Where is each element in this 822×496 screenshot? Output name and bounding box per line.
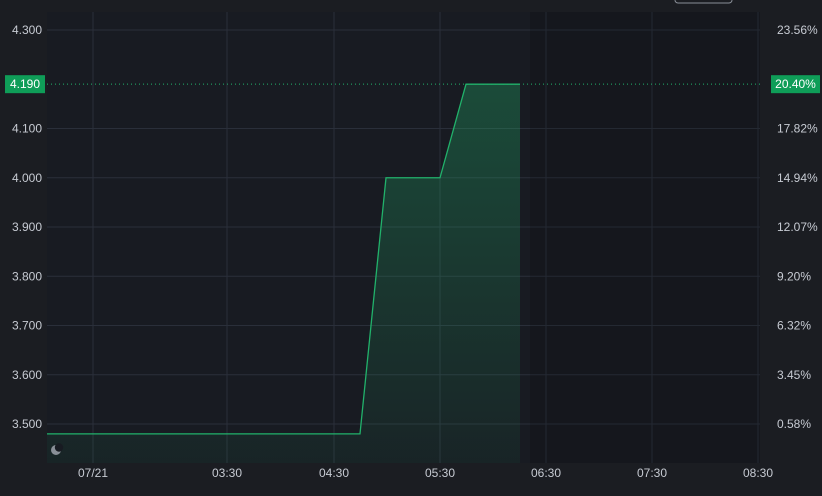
left-axis-tick-label: 3.600 <box>12 368 42 382</box>
left-axis-tick-label: 4.000 <box>12 171 42 185</box>
x-axis-tick-label: 08:30 <box>743 466 773 480</box>
future-region <box>530 12 760 463</box>
right-axis-tick-label: 3.45% <box>777 368 811 382</box>
current-percent-label: 20.40% <box>775 77 816 91</box>
right-axis-tick-label: 0.58% <box>777 417 811 431</box>
right-axis-tick-label: 17.82% <box>777 122 818 136</box>
x-axis-tick-label: 06:30 <box>531 466 561 480</box>
left-axis-tick-label: 4.300 <box>12 23 42 37</box>
x-axis-tick-label: 07/21 <box>78 466 108 480</box>
chart-svg[interactable]: 4.300 4.100 4.000 3.900 3.800 3.700 3.600 3.500… <box>0 0 822 491</box>
left-axis-tick-label: 3.500 <box>12 417 42 431</box>
left-axis-tick-label: 4.100 <box>12 122 42 136</box>
right-axis-tick-label: 9.20% <box>777 269 811 283</box>
x-axis-tick-label: 05:30 <box>425 466 455 480</box>
left-axis-tick-label: 3.800 <box>12 269 42 283</box>
right-axis-tick-label: 6.32% <box>777 319 811 333</box>
x-axis-tick-label: 04:30 <box>319 466 349 480</box>
current-price-label: 4.190 <box>10 77 40 91</box>
price-chart[interactable]: 4.300 4.100 4.000 3.900 3.800 3.700 3.600 3.500… <box>0 0 822 491</box>
x-axis-tick-label: 03:30 <box>212 466 242 480</box>
right-axis-tick-label: 12.07% <box>777 220 818 234</box>
left-axis-tick-label: 3.700 <box>12 319 42 333</box>
right-axis-tick-label: 23.56% <box>777 23 818 37</box>
right-axis-tick-label: 14.94% <box>777 171 818 185</box>
x-axis-tick-label: 07:30 <box>637 466 667 480</box>
left-axis-tick-label: 3.900 <box>12 220 42 234</box>
